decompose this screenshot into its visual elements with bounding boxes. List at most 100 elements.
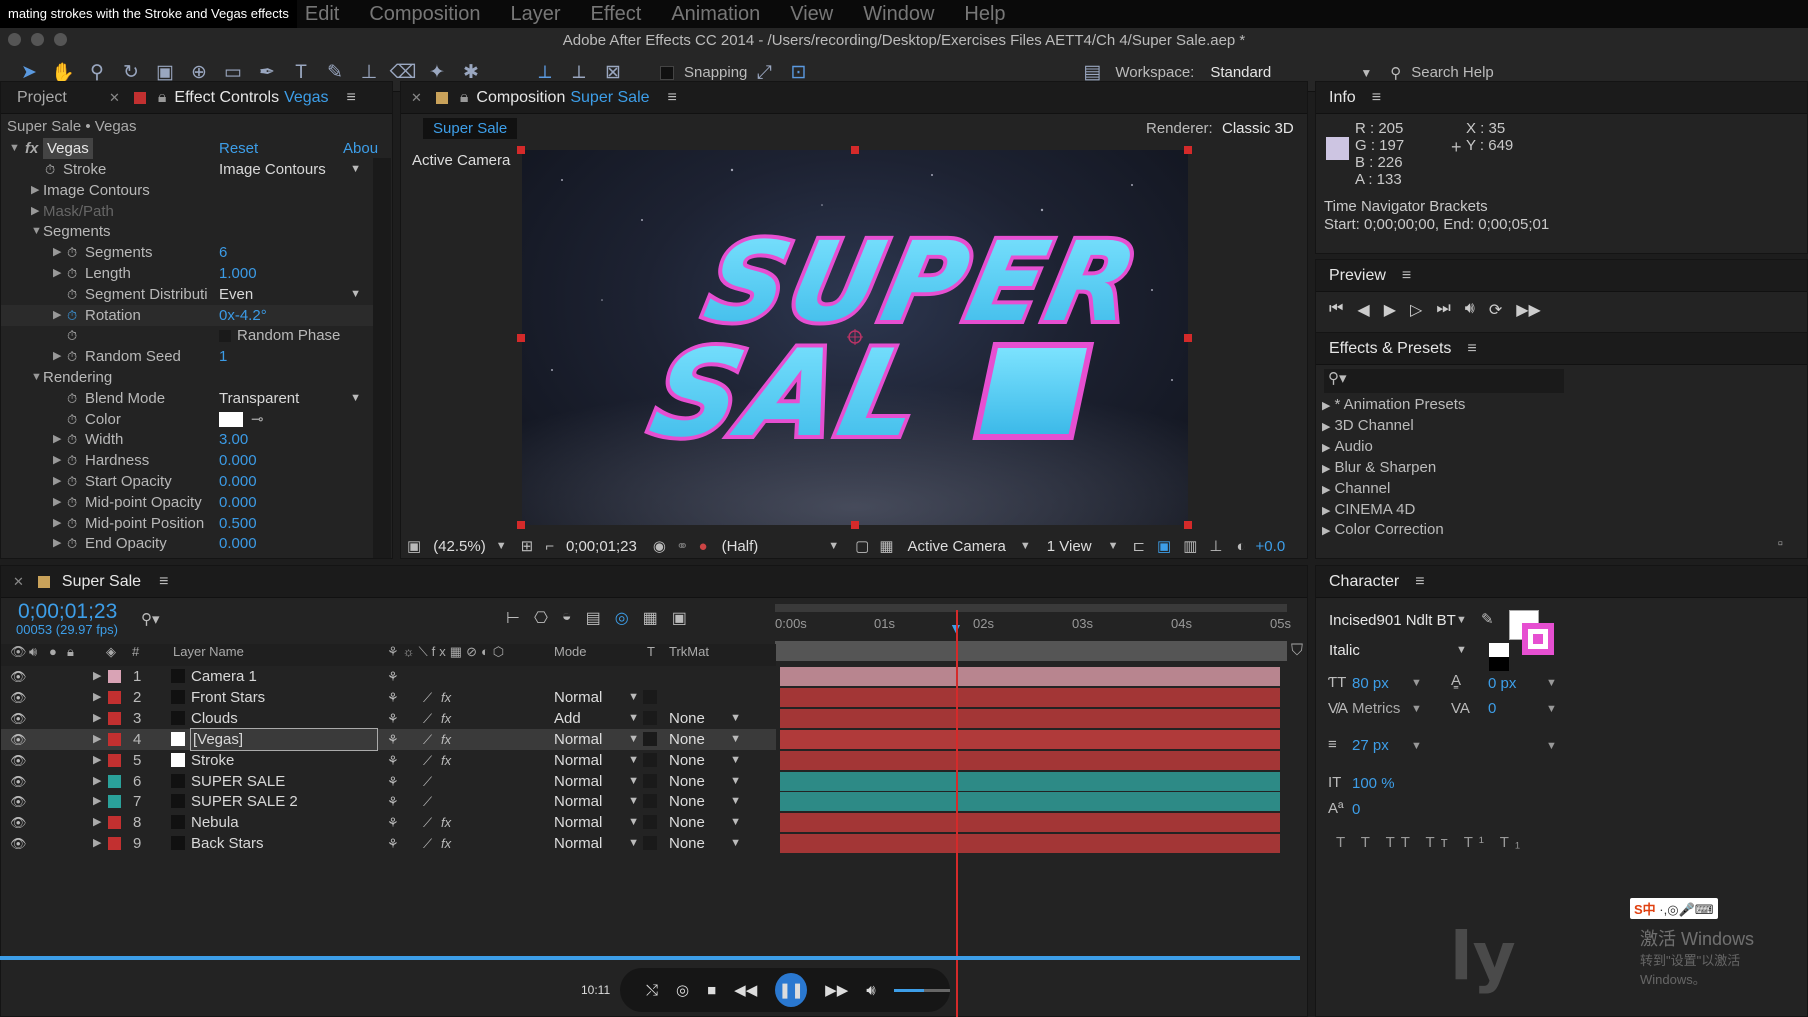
- close-tab-icon[interactable]: ✕: [411, 90, 422, 106]
- eyedropper-icon[interactable]: ✎: [1481, 610, 1494, 628]
- zoom-level[interactable]: (42.5%): [433, 538, 486, 555]
- effects-category[interactable]: ▶ * Animation Presets: [1322, 396, 1465, 413]
- menu-item[interactable]: Edit: [305, 3, 339, 26]
- property-value[interactable]: 0.000: [219, 533, 257, 554]
- faux-styles-row[interactable]: T T TT Tт T¹ T₁: [1336, 834, 1526, 851]
- stopwatch-icon[interactable]: ⏱︎: [67, 284, 77, 305]
- stopwatch-icon[interactable]: ⏱︎: [67, 533, 77, 554]
- layer-label-color[interactable]: [108, 837, 121, 851]
- layer-label-color[interactable]: [108, 732, 121, 746]
- property-value[interactable]: 1: [219, 346, 227, 367]
- region-of-interest-icon[interactable]: ▢: [855, 537, 869, 555]
- collapse-triangle-icon[interactable]: ▶: [93, 812, 101, 833]
- expand-triangle-icon[interactable]: ▼: [9, 138, 20, 159]
- scrollbar[interactable]: [373, 158, 391, 558]
- effects-presets-title[interactable]: Effects & Presets: [1329, 340, 1451, 358]
- panel-menu-icon[interactable]: ≡: [1372, 89, 1381, 107]
- track-matte-select[interactable]: None ▼: [669, 750, 741, 771]
- graph-editor-icon[interactable]: ▦: [643, 608, 658, 628]
- visibility-eye-icon[interactable]: 👁︎: [10, 708, 27, 729]
- font-family-select[interactable]: Incised901 Ndlt BT: [1329, 612, 1474, 629]
- composition-viewer[interactable]: SUPER SAL: [522, 150, 1188, 525]
- volume-slider[interactable]: [893, 988, 950, 992]
- font-dropdown-icon[interactable]: ▼: [1456, 614, 1467, 626]
- baseline-shift-value[interactable]: 0: [1352, 801, 1360, 818]
- layer-row[interactable]: 👁︎ ▶ 8 Nebula ⚘ ⟋ fx Normal ▼ None ▼: [1, 812, 776, 833]
- menu-item[interactable]: Layer: [511, 3, 561, 26]
- volume-icon[interactable]: 🔊︎: [866, 982, 875, 999]
- new-bin-icon[interactable]: ▫: [1778, 535, 1783, 552]
- effect-property-row[interactable]: ▼ Segments: [1, 221, 391, 242]
- effects-category[interactable]: ▶ CINEMA 4D: [1322, 501, 1415, 518]
- effect-property-row[interactable]: ▶ ⏱︎ Mid-point Opacity 0.000: [1, 492, 391, 513]
- camera-view-select[interactable]: Active Camera: [908, 538, 1006, 555]
- current-time[interactable]: 0;00;01;23: [566, 538, 637, 555]
- bounding-handle[interactable]: [517, 334, 525, 342]
- blend-mode-select[interactable]: Normal ▼: [554, 812, 639, 833]
- collapse-triangle-icon[interactable]: ▶: [53, 471, 61, 492]
- quality-switch-icon[interactable]: ⟋: [423, 791, 432, 812]
- visibility-eye-icon[interactable]: 👁︎: [10, 729, 27, 750]
- collapse-triangle-icon[interactable]: ▶: [1322, 421, 1330, 433]
- timeline-icon[interactable]: ▥: [1183, 537, 1197, 555]
- property-dropdown[interactable]: Transparent ▼: [219, 388, 361, 407]
- preserve-transparency-checkbox[interactable]: [643, 689, 657, 704]
- shy-switch-icon[interactable]: ⚘: [387, 771, 399, 792]
- always-preview-icon[interactable]: ▣: [407, 537, 421, 555]
- effect-property-row[interactable]: ▼ Rendering: [1, 367, 391, 388]
- comp-button-icon[interactable]: ⛉: [1291, 642, 1303, 660]
- property-value[interactable]: 1.000: [219, 263, 257, 284]
- preserve-transparency-checkbox[interactable]: [643, 773, 657, 788]
- layer-duration-bar[interactable]: [780, 813, 1280, 833]
- bounding-handle[interactable]: [851, 146, 859, 154]
- effect-property-row[interactable]: ▶ ⏱︎ Segments 6: [1, 242, 391, 263]
- property-dropdown[interactable]: Image Contours ▼: [219, 159, 361, 178]
- stopwatch-icon[interactable]: ⏱︎: [67, 242, 77, 263]
- bounding-handle[interactable]: [517, 521, 525, 529]
- col-layer-name[interactable]: Layer Name: [173, 644, 244, 659]
- quality-switch-icon[interactable]: ⟋: [423, 771, 432, 792]
- white-swatch[interactable]: [1489, 643, 1509, 657]
- comp-breadcrumb[interactable]: Super Sale: [423, 118, 518, 139]
- bounding-handle[interactable]: [1184, 334, 1192, 342]
- visibility-eye-icon[interactable]: 👁︎: [10, 666, 27, 687]
- track-matte-select[interactable]: None ▼: [669, 708, 741, 729]
- flowchart-icon[interactable]: ⊥: [1209, 537, 1222, 555]
- tab-project[interactable]: Project: [17, 89, 103, 107]
- draft-3d-icon[interactable]: ⎔: [534, 608, 548, 628]
- property-value[interactable]: 0x-4.2°: [219, 305, 267, 326]
- stroke-style-dropdown-icon[interactable]: ▼: [1546, 740, 1557, 752]
- shy-switch-icon[interactable]: ⚘: [387, 708, 399, 729]
- panel-menu-icon[interactable]: ≡: [1467, 340, 1476, 358]
- minimize-window-button[interactable]: [31, 33, 44, 46]
- tracking-value[interactable]: 0: [1488, 700, 1496, 717]
- collapse-triangle-icon[interactable]: ▶: [53, 346, 61, 367]
- leading-dropdown-icon[interactable]: ▼: [1546, 677, 1557, 689]
- previous-frame-icon[interactable]: ◀: [1357, 300, 1369, 320]
- snapshot-icon[interactable]: ◉: [653, 537, 666, 555]
- shy-switch-icon[interactable]: ⚘: [387, 729, 399, 750]
- view-layout-select[interactable]: 1 View: [1047, 538, 1092, 555]
- workspace-select[interactable]: Standard: [1210, 64, 1360, 81]
- effect-name[interactable]: Vegas: [43, 138, 93, 159]
- bounding-handle[interactable]: [517, 146, 525, 154]
- bounding-handle[interactable]: [851, 521, 859, 529]
- effect-switch-icon[interactable]: fx: [441, 729, 451, 750]
- panel-menu-icon[interactable]: ≡: [347, 89, 356, 107]
- play-icon[interactable]: ▶: [1384, 300, 1396, 320]
- shy-switch-icon[interactable]: ⚘: [387, 666, 399, 687]
- style-dropdown-icon[interactable]: ▼: [1456, 644, 1467, 656]
- tab-comp-name[interactable]: Super Sale: [570, 89, 649, 107]
- resolution[interactable]: (Half): [722, 538, 759, 555]
- collapse-triangle-icon[interactable]: ▶: [93, 708, 101, 729]
- quality-switch-icon[interactable]: ⟋: [423, 729, 432, 750]
- rewind-icon[interactable]: ◀◀: [734, 981, 757, 999]
- track-matte-select[interactable]: None ▼: [669, 791, 741, 812]
- about-link[interactable]: Abou: [343, 138, 378, 159]
- layer-label-color[interactable]: [108, 690, 121, 704]
- motion-blur-icon[interactable]: ◎: [615, 608, 629, 628]
- effects-category[interactable]: ▶ 3D Channel: [1322, 417, 1414, 434]
- layer-row[interactable]: 👁︎ ▶ 6 SUPER SALE ⚘ ⟋ Normal ▼ None ▼: [1, 771, 776, 792]
- layer-label-color[interactable]: [108, 670, 121, 683]
- layer-name[interactable]: Front Stars: [191, 687, 265, 708]
